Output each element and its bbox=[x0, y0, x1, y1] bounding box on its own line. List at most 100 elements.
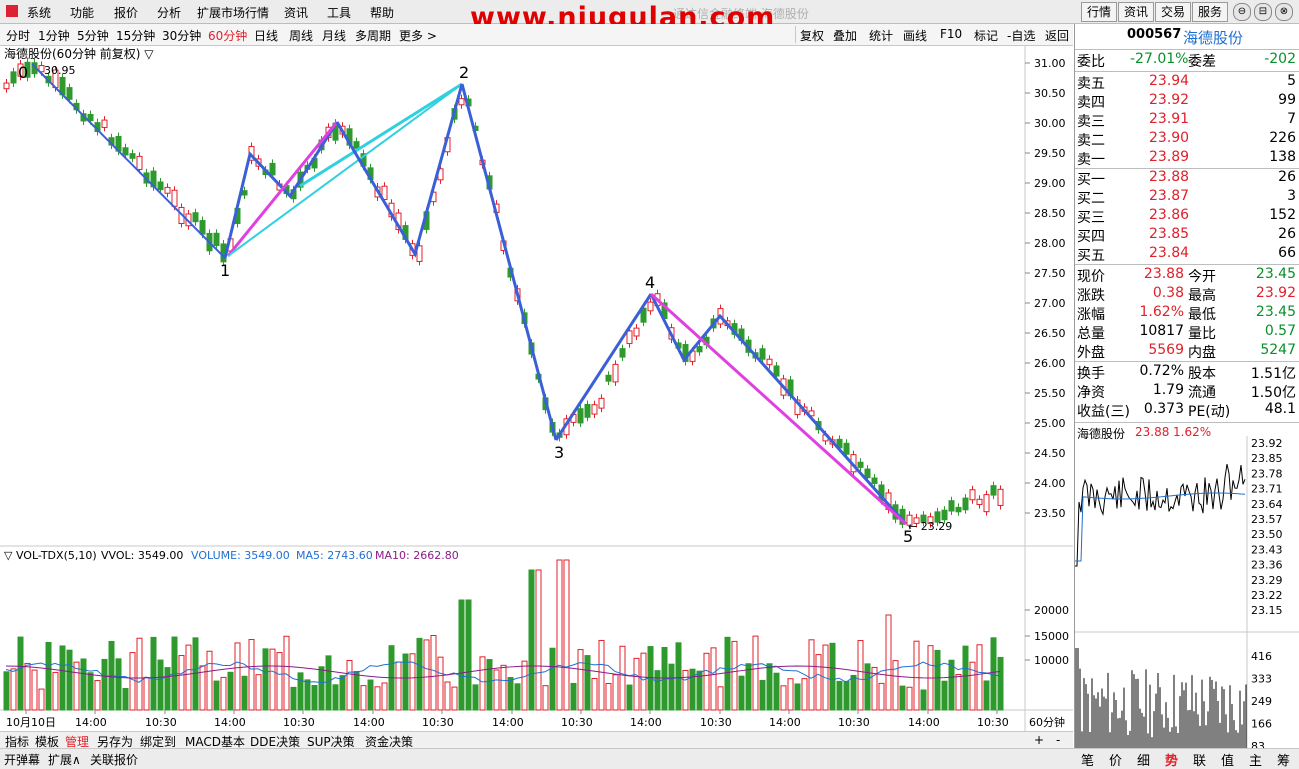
volume-bar bbox=[262, 648, 269, 711]
bottom-tab[interactable]: 值 bbox=[1214, 750, 1241, 769]
tool-statistics[interactable]: 统计 bbox=[869, 27, 893, 44]
period-multi[interactable]: 多周期 bbox=[355, 27, 391, 44]
period-60min[interactable]: 60分钟 bbox=[208, 27, 247, 44]
volume-bar bbox=[577, 649, 584, 711]
bottom-tab[interactable]: 细 bbox=[1130, 750, 1157, 769]
wave-label-0: 0 bbox=[18, 63, 28, 82]
bottom-tab[interactable]: 势 bbox=[1158, 750, 1185, 769]
volume-bar bbox=[360, 685, 367, 711]
bid-row[interactable]: 买一 23.88 26 bbox=[1075, 169, 1299, 188]
bottom-tab-bar: 笔价细势联值主筹 bbox=[1074, 748, 1299, 769]
menu-function[interactable]: 功能 bbox=[70, 4, 94, 21]
zoom-out-button[interactable]: - bbox=[1056, 733, 1060, 747]
ask-row[interactable]: 卖一 23.89 138 bbox=[1075, 149, 1299, 168]
ask-row[interactable]: 卖五 23.94 5 bbox=[1075, 73, 1299, 92]
tool-back[interactable]: 返回 bbox=[1045, 27, 1069, 44]
stat-cell: 外盘 bbox=[1077, 345, 1105, 361]
ask-row[interactable]: 卖三 23.91 7 bbox=[1075, 111, 1299, 130]
period-monthly[interactable]: 月线 bbox=[322, 27, 346, 44]
top-button-service[interactable]: 服务 bbox=[1192, 2, 1228, 22]
bid-row[interactable]: 买三 23.86 152 bbox=[1075, 207, 1299, 226]
period-15min[interactable]: 15分钟 bbox=[116, 27, 155, 44]
divider bbox=[1075, 71, 1299, 72]
period-daily[interactable]: 日线 bbox=[254, 27, 278, 44]
bottom-tab[interactable]: 笔 bbox=[1074, 750, 1101, 769]
app-logo-icon[interactable] bbox=[6, 5, 18, 17]
fundamental-cell: 1.50亿 bbox=[1250, 385, 1296, 401]
fundamental-cell: PE(动) bbox=[1188, 404, 1231, 420]
mini-volume-tick: 83 bbox=[1251, 740, 1265, 748]
bottom-tab[interactable]: 价 bbox=[1102, 750, 1129, 769]
candle-body bbox=[647, 301, 654, 312]
menu-tools[interactable]: 工具 bbox=[327, 4, 351, 21]
volume-bar bbox=[465, 599, 472, 711]
menu-extended-market[interactable]: 扩展市场行情 bbox=[197, 4, 269, 21]
volume-bar bbox=[136, 637, 143, 711]
price-tick-label: 28.50 bbox=[1034, 207, 1066, 220]
top-button-quotes[interactable]: 行情 bbox=[1081, 2, 1117, 22]
minimize-icon[interactable]: ⊖ bbox=[1233, 3, 1251, 21]
related-quotes-link[interactable]: 关联报价 bbox=[90, 751, 138, 768]
tool-adjust[interactable]: 复权 bbox=[800, 27, 824, 44]
menu-analysis[interactable]: 分析 bbox=[157, 4, 181, 21]
ask-row[interactable]: 卖四 23.92 99 bbox=[1075, 92, 1299, 111]
candle-body bbox=[941, 509, 948, 521]
kline-chart-area[interactable]: 0 1 2 3 4 5 海德股份(60分钟 前复权) ▽ 30.95 ← 23.… bbox=[0, 46, 1073, 731]
volume-bar bbox=[696, 670, 703, 711]
time-axis: 10月10日 14:00 10:30 14:00 10:30 14:00 10:30 14:0… bbox=[6, 710, 1009, 729]
period-1min[interactable]: 1分钟 bbox=[38, 27, 70, 44]
tool-overlay[interactable]: 叠加 bbox=[833, 27, 857, 44]
expand-toggle[interactable]: 扩展∧ bbox=[48, 751, 81, 768]
tool-draw[interactable]: 画线 bbox=[903, 27, 927, 44]
zoom-in-button[interactable]: + bbox=[1034, 733, 1044, 747]
mini-average-line bbox=[1075, 492, 1246, 562]
tool-f10[interactable]: F10 bbox=[940, 27, 962, 41]
volume-bar bbox=[374, 686, 381, 711]
bid-row[interactable]: 买五 23.84 66 bbox=[1075, 245, 1299, 264]
restore-icon[interactable]: ⊟ bbox=[1254, 3, 1272, 21]
volume-bar bbox=[535, 569, 542, 711]
volume-bar bbox=[556, 559, 563, 711]
bottom-tab[interactable]: 主 bbox=[1242, 750, 1269, 769]
bottom-tab[interactable]: 联 bbox=[1186, 750, 1213, 769]
bottom-tab[interactable]: 筹 bbox=[1270, 750, 1297, 769]
menu-quote[interactable]: 报价 bbox=[114, 4, 138, 21]
tool-mark[interactable]: 标记 bbox=[974, 27, 998, 44]
bid-row[interactable]: 买二 23.87 3 bbox=[1075, 188, 1299, 207]
danmaku-toggle[interactable]: 开弹幕 bbox=[4, 751, 40, 768]
time-tick-label: 10:30 bbox=[977, 716, 1009, 729]
mini-intraday-chart[interactable]: 23.92 23.85 23.78 23.71 23.64 23.57 23.50 23.43… bbox=[1075, 436, 1299, 748]
bid-row[interactable]: 买四 23.85 26 bbox=[1075, 226, 1299, 245]
stat-cell: 5247 bbox=[1260, 342, 1296, 358]
mini-volume-tick: 333 bbox=[1251, 673, 1272, 686]
volume-bar bbox=[612, 674, 619, 711]
period-weekly[interactable]: 周线 bbox=[289, 27, 313, 44]
candle-body bbox=[199, 220, 206, 235]
period-more[interactable]: 更多 > bbox=[399, 27, 437, 44]
mini-price-tick: 23.78 bbox=[1251, 467, 1283, 480]
top-button-news[interactable]: 资讯 bbox=[1118, 2, 1154, 22]
volume-bar bbox=[17, 636, 24, 711]
candle-body bbox=[157, 181, 164, 191]
stat-cell: 今开 bbox=[1188, 269, 1216, 285]
candle-body bbox=[584, 403, 591, 418]
stat-row: 现价 23.88 今开 23.45 bbox=[1075, 266, 1299, 285]
close-icon[interactable]: ⊗ bbox=[1275, 3, 1293, 21]
period-intraday[interactable]: 分时 bbox=[6, 27, 30, 44]
stat-row: 涨跌 0.38 最高 23.92 bbox=[1075, 285, 1299, 304]
volume-bar bbox=[885, 614, 892, 711]
volume-bar bbox=[815, 654, 822, 711]
period-5min[interactable]: 5分钟 bbox=[77, 27, 109, 44]
ask-row[interactable]: 卖二 23.90 226 bbox=[1075, 130, 1299, 149]
menu-news[interactable]: 资讯 bbox=[284, 4, 308, 21]
candle-body bbox=[976, 498, 983, 505]
top-button-trade[interactable]: 交易 bbox=[1155, 2, 1191, 22]
candle-body bbox=[857, 461, 864, 468]
volume-bar bbox=[787, 678, 794, 711]
candle-body bbox=[969, 489, 976, 501]
period-30min[interactable]: 30分钟 bbox=[162, 27, 201, 44]
tool-watchlist[interactable]: -自选 bbox=[1007, 27, 1035, 44]
menu-system[interactable]: 系统 bbox=[27, 4, 51, 21]
quote-level-price: 23.91 bbox=[1149, 111, 1190, 127]
menu-help[interactable]: 帮助 bbox=[370, 4, 394, 21]
